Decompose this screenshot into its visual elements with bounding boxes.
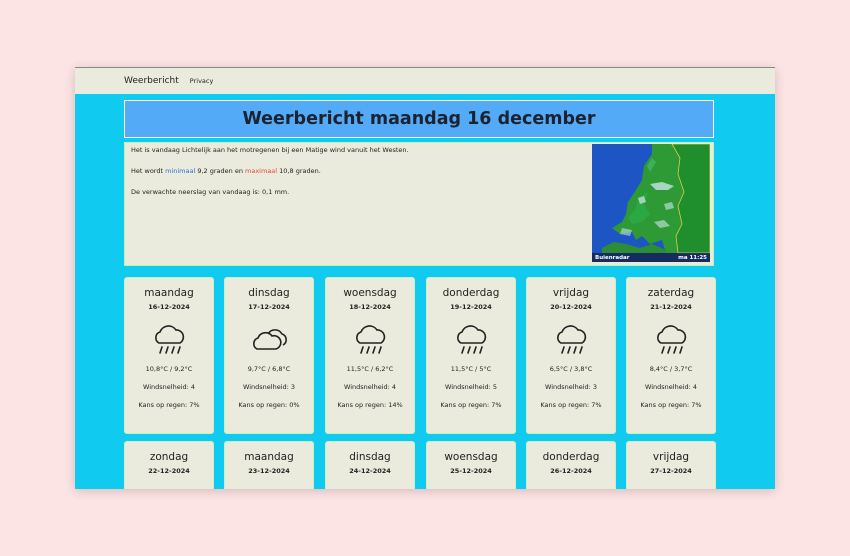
- forecast-date: 22-12-2024: [148, 467, 190, 475]
- min-label: minimaal: [165, 167, 196, 175]
- forecast-rain-chance: Kans op regen: 7%: [540, 401, 602, 409]
- forecast-icon: [527, 320, 615, 360]
- forecast-wind: Windsnelheid: 4: [343, 383, 397, 391]
- forecast-rain-chance: Kans op regen: 14%: [337, 401, 403, 409]
- forecast-date: 17-12-2024: [248, 303, 290, 311]
- forecast-date: 20-12-2024: [550, 303, 592, 311]
- forecast-temperature: 6,5°C / 3,8°C: [549, 365, 593, 373]
- max-label: maximaal: [245, 167, 278, 175]
- forecast-date: 18-12-2024: [349, 303, 391, 311]
- page-title: Weerbericht maandag 16 december: [242, 109, 596, 129]
- forecast-temperature: 9,7°C / 6,8°C: [247, 365, 291, 373]
- today-summary: Het is vandaag Lichtelijk aan het motreg…: [131, 146, 409, 209]
- forecast-day: maandag: [144, 287, 194, 299]
- cloud-rain-icon: [657, 325, 687, 354]
- forecast-card: vrijdag 20-12-2024 6,5°C / 3,8°C Windsnelhe…: [526, 277, 616, 434]
- today-info-panel: Het is vandaag Lichtelijk aan het motreg…: [124, 142, 714, 266]
- forecast-day: vrijdag: [652, 451, 690, 463]
- cloud-rain-icon: [557, 325, 587, 354]
- forecast-day: donderdag: [542, 451, 600, 463]
- forecast-date: 23-12-2024: [248, 467, 290, 475]
- forecast-date: 27-12-2024: [650, 467, 692, 475]
- forecast-icon: [627, 320, 715, 360]
- forecast-icon: [225, 320, 313, 360]
- forecast-icon: [125, 320, 213, 360]
- forecast-card: maandag 23-12-2024: [224, 441, 314, 489]
- forecast-day: maandag: [244, 451, 294, 463]
- browser-window: Weerbericht Privacy Weerbericht maandag …: [75, 67, 775, 489]
- forecast-date: 25-12-2024: [450, 467, 492, 475]
- forecast-date: 16-12-2024: [148, 303, 190, 311]
- precipitation-text: De verwachte neerslag van vandaag is: 0,…: [131, 188, 290, 196]
- forecast-rain-chance: Kans op regen: 7%: [138, 401, 200, 409]
- forecast-card: dinsdag 17-12-2024 9,7°C / 6,8°C Windsnelhe…: [224, 277, 314, 434]
- navbar: Weerbericht Privacy: [75, 67, 775, 94]
- radar-caption: Buienradar ma 11:25: [592, 253, 710, 262]
- buienradar-logo: Buienradar: [595, 254, 630, 261]
- forecast-day: woensdag: [343, 287, 397, 299]
- forecast-wind: Windsnelheid: 5: [444, 383, 498, 391]
- forecast-day: dinsdag: [349, 451, 391, 463]
- forecast-card: woensdag 25-12-2024: [426, 441, 516, 489]
- forecast-wind: Windsnelheid: 4: [644, 383, 698, 391]
- forecast-icon: [326, 320, 414, 360]
- forecast-temperature: 11,5°C / 6,2°C: [346, 365, 394, 373]
- forecast-date: 19-12-2024: [450, 303, 492, 311]
- min-value: 9,2 graden en: [195, 167, 246, 175]
- temp-prefix: Het wordt: [131, 167, 166, 175]
- forecast-card: zondag 22-12-2024: [124, 441, 214, 489]
- forecast-day: zondag: [149, 451, 189, 463]
- forecast-wind: Windsnelheid: 3: [242, 383, 296, 391]
- max-value: 10,8 graden.: [277, 167, 321, 175]
- forecast-temperature: 11,5°C / 5°C: [450, 365, 492, 373]
- title-banner: Weerbericht maandag 16 december: [124, 100, 714, 138]
- cloudy-icon: [253, 329, 287, 350]
- forecast-day: woensdag: [444, 451, 498, 463]
- cloud-rain-icon: [155, 325, 185, 354]
- brand-link[interactable]: Weerbericht: [124, 76, 179, 86]
- forecast-wind: Windsnelheid: 3: [544, 383, 598, 391]
- forecast-card: zaterdag 21-12-2024 8,4°C / 3,7°C Windsnelh…: [626, 277, 716, 434]
- forecast-day: donderdag: [442, 287, 500, 299]
- forecast-rain-chance: Kans op regen: 7%: [640, 401, 702, 409]
- cloud-rain-icon: [457, 325, 487, 354]
- nav-privacy-link[interactable]: Privacy: [190, 77, 214, 85]
- forecast-temperature: 8,4°C / 3,7°C: [649, 365, 693, 373]
- forecast-card: woensdag 18-12-2024 11,5°C / 6,2°C Windsnel…: [325, 277, 415, 434]
- forecast-rain-chance: Kans op regen: 7%: [440, 401, 502, 409]
- forecast-date: 24-12-2024: [349, 467, 391, 475]
- forecast-temperature: 10,8°C / 9,2°C: [145, 365, 193, 373]
- radar-map[interactable]: Buienradar ma 11:25: [592, 144, 710, 262]
- forecast-day: zaterdag: [647, 287, 695, 299]
- radar-timestamp: ma 11:25: [678, 254, 707, 261]
- forecast-rain-chance: Kans op regen: 0%: [238, 401, 300, 409]
- cloud-rain-icon: [356, 325, 386, 354]
- forecast-icon: [427, 320, 515, 360]
- temperature-range: Het wordt minimaal 9,2 graden en maximaa…: [131, 167, 409, 175]
- forecast-date: 26-12-2024: [550, 467, 592, 475]
- radar-map-image: [592, 144, 710, 262]
- forecast-day: dinsdag: [248, 287, 290, 299]
- forecast-date: 21-12-2024: [650, 303, 692, 311]
- forecast-card: donderdag 19-12-2024 11,5°C / 5°C Windsnelh…: [426, 277, 516, 434]
- forecast-card: maandag 16-12-2024 10,8°C / 9,2°C Windsnelh…: [124, 277, 214, 434]
- weather-description: Het is vandaag Lichtelijk aan het motreg…: [131, 146, 409, 154]
- forecast-wind: Windsnelheid: 4: [142, 383, 196, 391]
- forecast-card: vrijdag 27-12-2024: [626, 441, 716, 489]
- forecast-day: vrijdag: [552, 287, 590, 299]
- forecast-card: dinsdag 24-12-2024: [325, 441, 415, 489]
- forecast-card: donderdag 26-12-2024: [526, 441, 616, 489]
